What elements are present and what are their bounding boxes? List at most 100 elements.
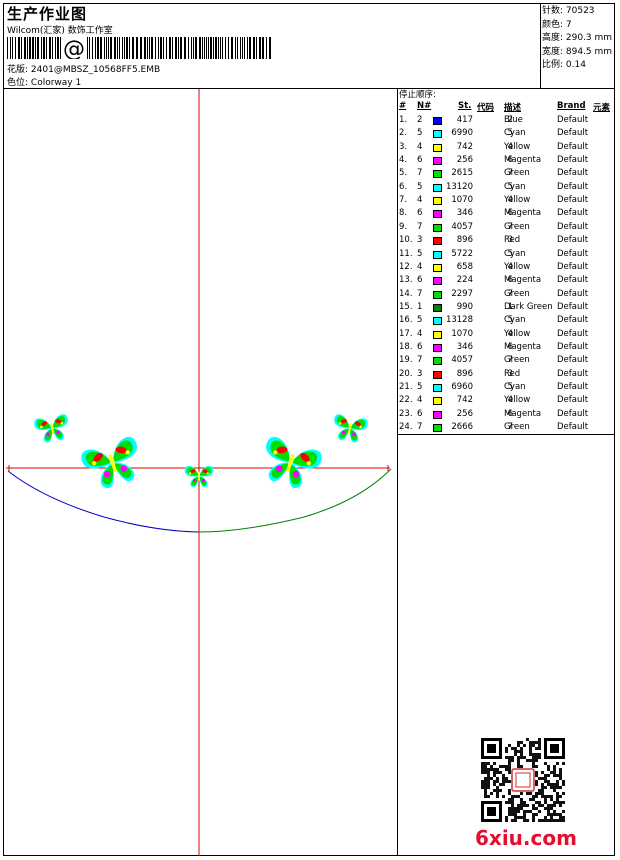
design-name: 花版: 2401@MBSZ_10568FF5.EMB <box>7 62 160 75</box>
table-row: 10. 3 896 3 Red Default <box>398 235 615 248</box>
row-stitches: 6960 <box>451 382 473 392</box>
page-title: 生产作业图 <box>7 5 88 23</box>
row-brand: Default <box>557 261 589 272</box>
row-brand: Default <box>557 355 589 366</box>
table-row: 3. 4 742 4 Yellow Default <box>398 142 615 155</box>
row-brand: Default <box>557 422 589 433</box>
color-swatch <box>433 303 442 312</box>
table-row: 20. 3 896 3 Red Default <box>398 369 615 382</box>
table-row: 8. 6 346 6 Magenta Default <box>398 208 615 221</box>
row-brand: Default <box>557 235 589 246</box>
row-description: Red <box>504 235 521 246</box>
row-needle: 7 <box>417 355 423 366</box>
row-number: 10. <box>399 235 413 246</box>
row-brand: Default <box>557 168 589 179</box>
row-number: 6. <box>399 181 408 192</box>
row-description: Green <box>504 288 530 299</box>
row-stitches: 2615 <box>451 168 473 179</box>
color-swatch <box>433 290 442 299</box>
row-brand: Default <box>557 408 589 419</box>
stitch-count: 针数: 70523 <box>542 6 595 16</box>
row-brand: Default <box>557 288 589 299</box>
row-number: 22. <box>399 395 413 406</box>
row-stitches: 6990 <box>451 128 473 139</box>
color-swatch <box>433 183 442 192</box>
row-needle: 1 <box>417 301 423 312</box>
butterfly-motif-5 <box>330 413 369 445</box>
table-row: 18. 6 346 6 Magenta Default <box>398 342 615 355</box>
row-number: 11. <box>399 248 413 259</box>
row-needle: 5 <box>417 181 423 192</box>
row-number: 4. <box>399 155 408 166</box>
row-description: Cyan <box>504 248 526 259</box>
row-number: 5. <box>399 168 408 179</box>
color-swatch <box>433 223 442 232</box>
row-description: Magenta <box>504 208 542 219</box>
row-needle: 4 <box>417 195 423 206</box>
row-stitches: 256 <box>456 408 473 419</box>
color-swatch <box>433 317 442 326</box>
row-brand: Default <box>557 115 589 125</box>
stats-divider <box>540 3 541 88</box>
row-description: Cyan <box>504 128 526 139</box>
row-brand: Default <box>557 395 589 406</box>
row-needle: 5 <box>417 382 423 392</box>
table-row: 13. 6 224 6 Magenta Default <box>398 275 615 288</box>
row-brand: Default <box>557 195 589 206</box>
col-brand: Brand <box>557 101 586 111</box>
row-needle: 6 <box>417 275 423 286</box>
row-stitches: 896 <box>456 235 473 246</box>
row-brand: Default <box>557 221 589 232</box>
row-brand: Default <box>557 155 589 166</box>
stop-sequence-caption: 停止顺序: <box>399 90 436 100</box>
row-brand: Default <box>557 315 589 326</box>
row-needle: 4 <box>417 395 423 406</box>
row-stitches: 346 <box>456 341 473 352</box>
design-value: 2401@MBSZ_10568FF5.EMB <box>30 65 161 75</box>
row-description: Cyan <box>504 315 526 326</box>
row-stitches: 5722 <box>451 248 473 259</box>
color-swatch <box>433 117 442 125</box>
row-number: 24. <box>399 422 413 433</box>
row-needle: 7 <box>417 168 423 179</box>
row-needle: 4 <box>417 328 423 339</box>
qr-code <box>481 738 565 822</box>
table-row: 4. 6 256 6 Magenta Default <box>398 155 615 168</box>
row-stitches: 658 <box>456 261 473 272</box>
color-swatch <box>433 157 442 166</box>
row-description: Green <box>504 422 530 433</box>
butterfly-motif-2 <box>79 434 147 494</box>
row-needle: 3 <box>417 368 423 379</box>
row-brand: Default <box>557 248 589 259</box>
color-count: 颜色: 7 <box>542 19 572 30</box>
row-description: Yellow <box>504 195 531 206</box>
row-brand: Default <box>557 341 589 352</box>
table-row: 14. 7 2297 7 Green Default <box>398 289 615 302</box>
row-description: Yellow <box>504 395 531 406</box>
watermark-logo: 6xiu.com <box>475 826 577 850</box>
table-row: 21. 5 6960 5 Cyan Default <box>398 382 615 395</box>
row-stitches: 13120 <box>445 181 473 192</box>
design-label: 花版: <box>7 65 29 75</box>
row-number: 21. <box>399 382 413 392</box>
col-code: 代码 <box>477 103 495 113</box>
color-swatch <box>433 424 442 433</box>
row-brand: Default <box>557 328 589 339</box>
row-stitches: 4057 <box>451 355 473 366</box>
table-row: 17. 4 1070 4 Yellow Default <box>398 329 615 342</box>
row-number: 1. <box>399 115 408 125</box>
color-swatch <box>433 143 442 152</box>
row-needle: 3 <box>417 235 423 246</box>
row-number: 23. <box>399 408 413 419</box>
row-stitches: 1070 <box>451 195 473 206</box>
row-stitches: 742 <box>456 395 473 406</box>
row-number: 18. <box>399 341 413 352</box>
row-needle: 4 <box>417 141 423 152</box>
table-header: # N# St. 代码 描述 Brand 元素 <box>398 101 615 113</box>
design-width: 宽度: 894.5 mm <box>542 46 613 57</box>
row-needle: 6 <box>417 208 423 219</box>
row-number: 19. <box>399 355 413 366</box>
company-name: Wilcom(汇家) 数饰工作室 <box>7 26 113 36</box>
row-description: Dark Green <box>504 301 553 312</box>
table-row: 2. 5 6990 5 Cyan Default <box>398 128 615 141</box>
